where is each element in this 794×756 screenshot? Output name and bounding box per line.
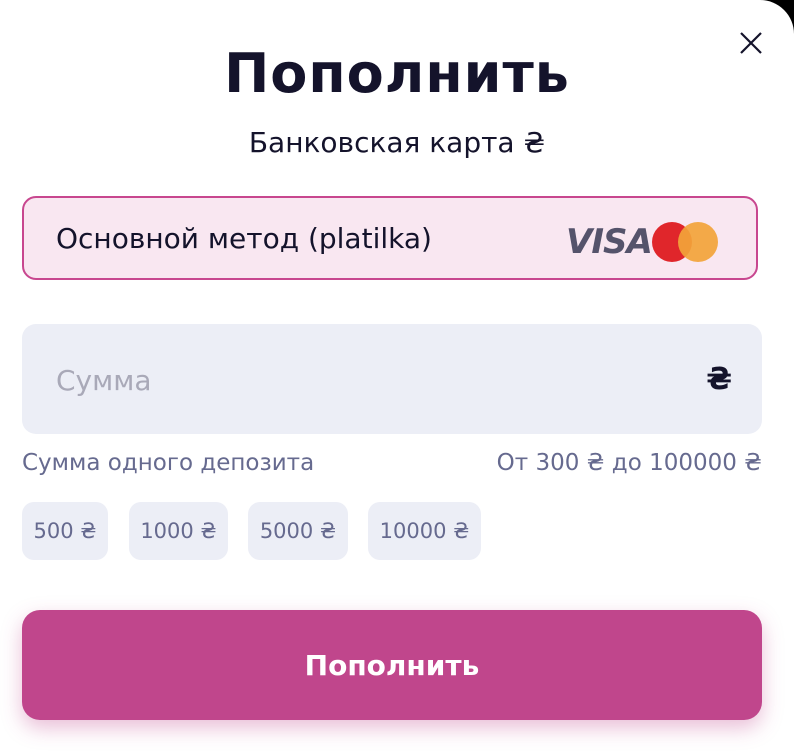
currency-symbol: ₴ [706,362,732,397]
preset-5000-button[interactable]: 5000 ₴ [248,502,348,560]
page-title: Пополнить [224,42,570,105]
deposit-limit-label: Сумма одного депозита [22,450,315,476]
preset-500-button[interactable]: 500 ₴ [22,502,108,560]
payment-subtitle: Банковская карта ₴ [248,126,546,159]
submit-deposit-button[interactable]: Пополнить [22,610,762,720]
deposit-limit-range: От 300 ₴ до 100000 ₴ [496,450,762,476]
amount-field[interactable]: ₴ [22,324,762,434]
preset-1000-button[interactable]: 1000 ₴ [129,502,228,560]
payment-method-label: Основной метод (platilka) [56,222,432,255]
visa-logo: VISA [566,222,653,262]
amount-input[interactable] [54,354,658,406]
card-logos: VISA [566,218,726,262]
payment-method-selector[interactable]: Основной метод (platilka) VISA [22,196,758,280]
preset-10000-button[interactable]: 10000 ₴ [368,502,481,560]
deposit-modal: Пополнить Банковская карта ₴ Основной ме… [0,0,794,756]
